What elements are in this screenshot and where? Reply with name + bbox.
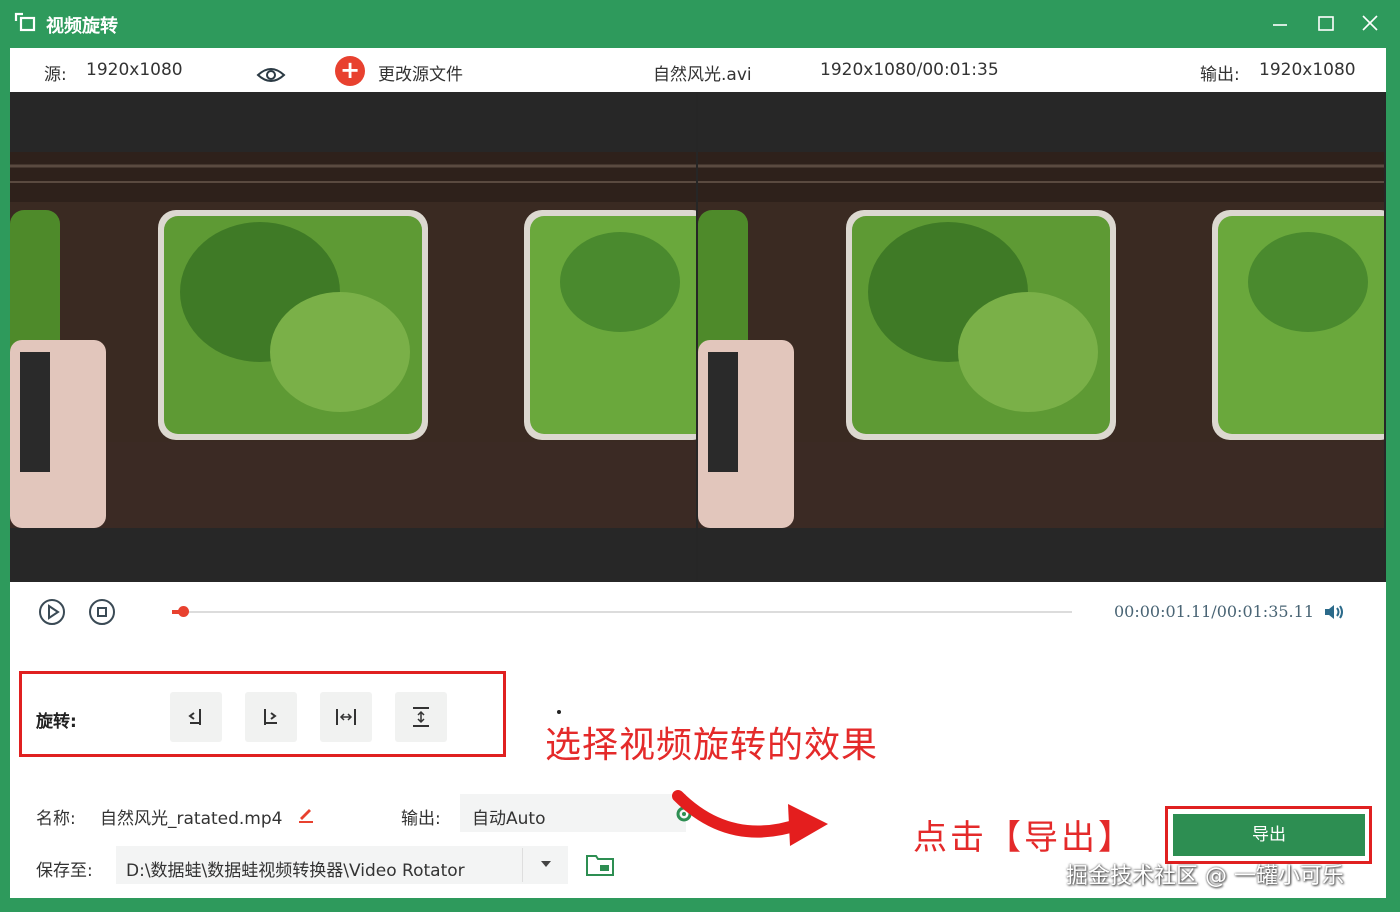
source-label: 源: bbox=[44, 65, 67, 85]
window-title: 视频旋转 bbox=[46, 16, 118, 37]
play-button[interactable] bbox=[38, 598, 66, 626]
main-panel: 源: 1920x1080 + 更改源文件 自然风光.avi 1920x1080/… bbox=[10, 48, 1386, 898]
add-file-icon[interactable]: + bbox=[335, 56, 365, 86]
chevron-down-icon[interactable] bbox=[538, 856, 554, 872]
rotate-left-button[interactable] bbox=[170, 692, 222, 742]
video-frame-source bbox=[10, 152, 696, 528]
name-value[interactable]: 自然风光_ratated.mp4 bbox=[100, 804, 282, 829]
output-format-value: 自动Auto bbox=[472, 809, 546, 829]
title-bar: 视频旋转 bbox=[0, 0, 1400, 48]
save-to-label: 保存至: bbox=[36, 861, 93, 881]
output-format-label: 输出: bbox=[401, 809, 441, 829]
flip-vertical-button[interactable] bbox=[395, 692, 447, 742]
app-rotate-icon bbox=[14, 12, 36, 32]
change-source-button[interactable]: 更改源文件 bbox=[378, 60, 463, 85]
filename: 自然风光.avi bbox=[653, 65, 752, 85]
flip-horizontal-button[interactable] bbox=[320, 692, 372, 742]
player-controls: 00:00:01.11/00:01:35.11 bbox=[10, 582, 1386, 642]
preview-area bbox=[10, 92, 1386, 582]
source-resolution: 1920x1080 bbox=[86, 60, 183, 80]
flip-horizontal-icon bbox=[336, 709, 356, 725]
stray-dot bbox=[557, 710, 561, 714]
annotation-choose-effect: 选择视频旋转的效果 bbox=[545, 725, 879, 766]
progress-handle[interactable] bbox=[177, 606, 189, 617]
save-path-value: D:\数据蛙\数据蛙视频转换器\Video Rotator bbox=[126, 861, 465, 881]
export-button[interactable]: 导出 bbox=[1173, 814, 1365, 856]
source-preview bbox=[10, 92, 696, 582]
video-frame-output bbox=[698, 152, 1384, 528]
rotate-left-icon bbox=[188, 709, 201, 725]
maximize-button[interactable] bbox=[1311, 10, 1341, 38]
volume-icon[interactable] bbox=[1322, 600, 1346, 624]
stop-button[interactable] bbox=[88, 598, 116, 626]
edit-pencil-icon[interactable] bbox=[296, 804, 316, 824]
progress-track[interactable] bbox=[172, 611, 1072, 613]
flip-vertical-icon bbox=[413, 707, 429, 727]
info-bar: 源: 1920x1080 + 更改源文件 自然风光.avi 1920x1080/… bbox=[10, 48, 1386, 92]
name-label: 名称: bbox=[36, 809, 76, 829]
minimize-button[interactable] bbox=[1265, 10, 1295, 38]
red-arrow-annotation bbox=[672, 790, 828, 846]
rotate-label: 旋转: bbox=[36, 712, 77, 732]
eye-icon[interactable] bbox=[256, 65, 286, 85]
rotate-right-icon bbox=[264, 709, 277, 725]
output-preview bbox=[698, 92, 1384, 582]
close-button[interactable] bbox=[1355, 10, 1385, 38]
folder-icon[interactable] bbox=[584, 852, 616, 878]
rotate-right-button[interactable] bbox=[245, 692, 297, 742]
file-meta: 1920x1080/00:01:35 bbox=[820, 60, 999, 80]
output-resolution: 1920x1080 bbox=[1259, 60, 1356, 80]
time-readout: 00:00:01.11/00:01:35.11 bbox=[1114, 602, 1314, 621]
watermark: 掘金技术社区 @ 一罐小可乐 bbox=[1066, 864, 1344, 889]
field-divider bbox=[522, 848, 523, 882]
annotation-click-export: 点击【导出】 bbox=[913, 818, 1135, 858]
output-label: 输出: bbox=[1200, 65, 1240, 85]
